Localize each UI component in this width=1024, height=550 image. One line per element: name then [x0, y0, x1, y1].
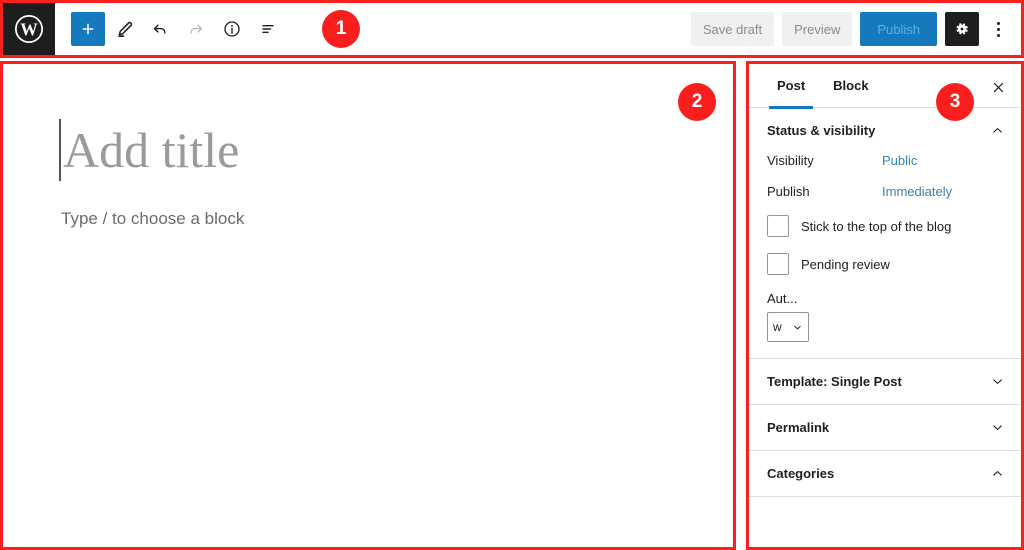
toolbar-right-group: Save draft Preview Publish — [690, 12, 1009, 46]
pencil-icon — [117, 21, 132, 37]
publish-date-row: Publish Immediately — [767, 184, 1003, 199]
panel-title: Permalink — [767, 420, 830, 435]
annotation-badge-3: 3 — [936, 83, 974, 121]
block-placeholder-text[interactable]: Type / to choose a block — [61, 209, 733, 229]
editor-screen: W Save draft Preview Publish Add title T… — [0, 0, 1024, 550]
panel-template: Template: Single Post — [749, 359, 1021, 405]
undo-arrow-icon — [153, 24, 166, 34]
panel-permalink: Permalink — [749, 405, 1021, 451]
chevron-up-icon — [990, 466, 1005, 481]
pending-review-label: Pending review — [801, 256, 890, 272]
dot-decor — [996, 33, 1000, 37]
visibility-value-button[interactable]: Public — [882, 153, 917, 168]
redo-arrow-icon — [190, 24, 203, 34]
sidebar-tabs: Post Block — [749, 64, 1021, 109]
tools-button[interactable] — [107, 12, 141, 46]
author-label: Aut... — [767, 291, 798, 306]
gear-icon — [956, 23, 968, 35]
wordpress-logo-icon[interactable]: W — [3, 3, 55, 55]
svg-text:W: W — [20, 20, 38, 40]
chevron-down-icon — [990, 374, 1005, 389]
author-select-value: w — [773, 320, 782, 334]
list-view-icon — [262, 24, 274, 34]
editor-canvas[interactable]: Add title Type / to choose a block — [3, 64, 733, 547]
redo-button[interactable] — [179, 12, 213, 46]
panel-template-header[interactable]: Template: Single Post — [749, 359, 1021, 404]
close-x-icon — [993, 82, 1003, 92]
panel-categories-header[interactable]: Categories — [749, 451, 1021, 496]
add-block-button[interactable] — [71, 12, 105, 46]
publish-date-label: Publish — [767, 184, 810, 199]
close-sidebar-button[interactable] — [985, 74, 1011, 100]
publish-button[interactable]: Publish — [860, 12, 937, 46]
more-options-button[interactable] — [987, 12, 1009, 46]
list-view-button[interactable] — [251, 12, 285, 46]
undo-button[interactable] — [143, 12, 177, 46]
text-caret — [59, 119, 61, 181]
author-select[interactable]: w — [767, 312, 809, 342]
settings-sidebar: Post Block Status & visibility Visibilit… — [749, 64, 1021, 547]
panel-title: Status & visibility — [767, 123, 876, 138]
annotation-badge-1: 1 — [322, 10, 360, 48]
panel-status-visibility: Status & visibility Visibility Public Pu… — [749, 108, 1021, 359]
panel-title: Template: Single Post — [767, 374, 902, 389]
panel-categories: Categories — [749, 451, 1021, 497]
pending-review-row: Pending review — [767, 253, 1003, 275]
sticky-post-checkbox[interactable] — [767, 215, 789, 237]
sticky-post-row: Stick to the top of the blog — [767, 215, 1003, 237]
panel-status-visibility-body: Visibility Public Publish Immediately St… — [749, 153, 1021, 358]
tab-block[interactable]: Block — [819, 64, 882, 108]
info-circle-icon — [224, 21, 240, 37]
tab-post[interactable]: Post — [763, 64, 819, 109]
chevron-up-icon — [990, 123, 1005, 138]
visibility-label: Visibility — [767, 153, 814, 168]
preview-button[interactable]: Preview — [782, 12, 853, 46]
chevron-down-icon — [794, 325, 801, 329]
pending-review-checkbox[interactable] — [767, 253, 789, 275]
dot-decor — [996, 27, 1000, 31]
three-dots-vertical-icon — [996, 21, 1000, 25]
post-title-placeholder: Add title — [63, 122, 240, 178]
toolbar-left-group — [71, 12, 285, 46]
panel-permalink-header[interactable]: Permalink — [749, 405, 1021, 450]
post-title-field[interactable]: Add title — [59, 119, 733, 181]
editor-toolbar: W Save draft Preview Publish — [3, 3, 1021, 55]
sticky-post-label: Stick to the top of the blog — [801, 218, 952, 234]
visibility-row: Visibility Public — [767, 153, 1003, 168]
author-field-group: Aut... w — [767, 291, 1003, 342]
save-draft-button[interactable]: Save draft — [690, 12, 775, 46]
details-button[interactable] — [215, 12, 249, 46]
panel-status-visibility-header[interactable]: Status & visibility — [749, 108, 1021, 153]
settings-button[interactable] — [945, 12, 979, 46]
chevron-down-icon — [990, 420, 1005, 435]
publish-date-value-button[interactable]: Immediately — [882, 184, 952, 199]
plus-icon — [82, 23, 94, 35]
panel-title: Categories — [767, 466, 835, 481]
annotation-badge-2: 2 — [678, 83, 716, 121]
